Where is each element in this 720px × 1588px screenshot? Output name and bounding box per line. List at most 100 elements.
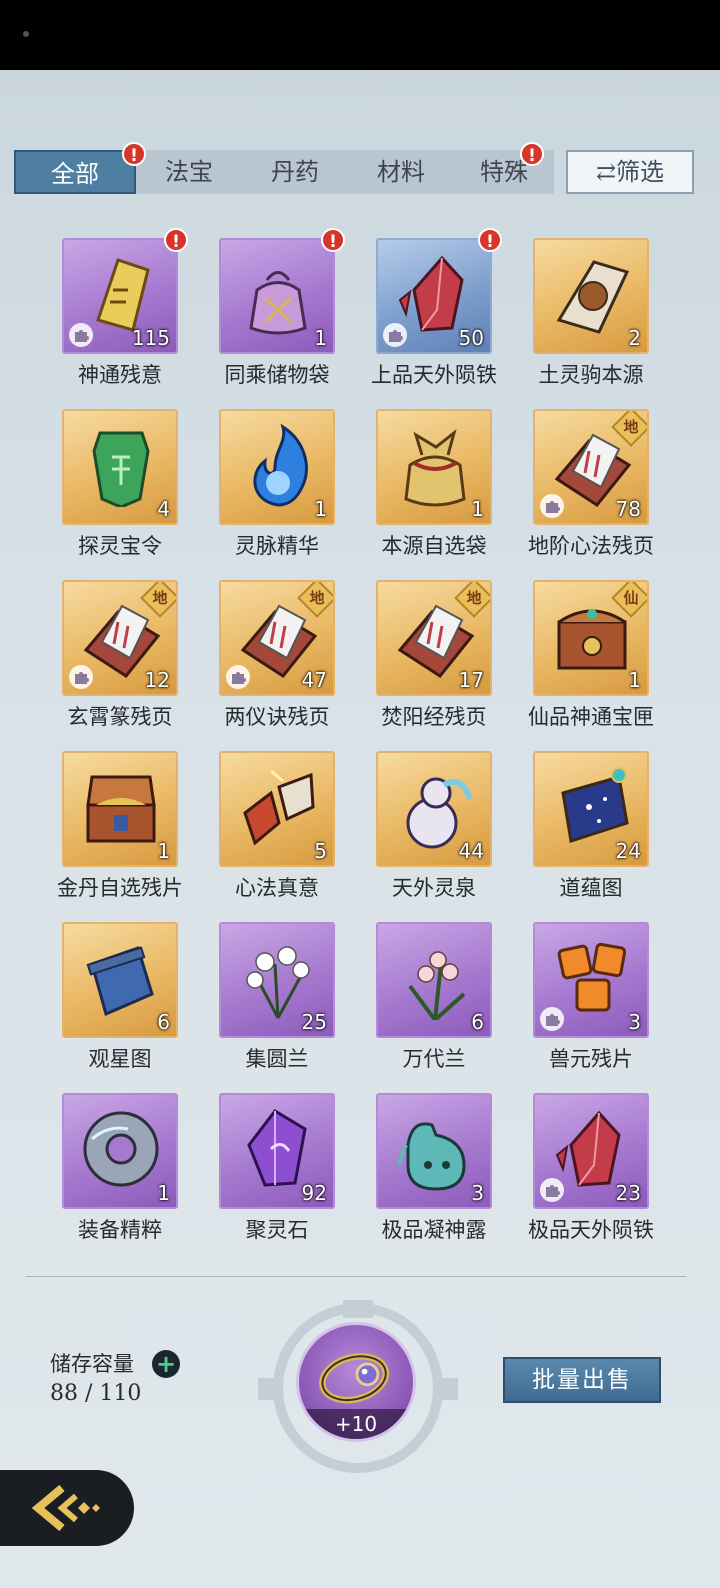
item-count: 92 <box>301 1181 327 1205</box>
item-tile[interactable]: 50 <box>376 238 492 354</box>
item-slot[interactable]: 115! 神通残意 <box>62 228 188 387</box>
item-slot[interactable]: 仙 1 仙品神通宝匣 <box>528 580 654 729</box>
tab-all-label: 全部 <box>51 160 99 188</box>
filter-button[interactable]: ⇄筛选 <box>566 150 694 194</box>
item-tile[interactable]: 3 <box>533 922 649 1038</box>
item-count: 1 <box>157 1181 170 1205</box>
item-slot[interactable]: 地 78 地阶心法残页 <box>528 409 654 558</box>
tab-all[interactable]: 全部 <box>14 150 136 194</box>
item-count: 44 <box>458 839 484 863</box>
item-count: 1 <box>314 497 327 521</box>
item-tile[interactable]: 地 47 <box>219 580 335 696</box>
gourd-icon <box>406 777 473 849</box>
item-slot[interactable]: 4 探灵宝令 <box>62 409 178 558</box>
item-tile[interactable]: 115 <box>62 238 178 354</box>
item-tile[interactable]: 4 <box>62 409 178 525</box>
item-count: 1 <box>157 839 170 863</box>
item-name: 仙品神通宝匣 <box>528 705 654 729</box>
item-tile[interactable]: 地 17 <box>376 580 492 696</box>
item-slot[interactable]: 1 本源自选袋 <box>376 409 492 558</box>
item-name: 同乘储物袋 <box>224 363 330 387</box>
broken-scroll-icon <box>243 769 315 846</box>
tab-special-alert-badge: ! <box>520 142 544 166</box>
item-tile[interactable]: 6 <box>62 922 178 1038</box>
star-map-icon <box>561 767 629 843</box>
item-slot[interactable]: 6 万代兰 <box>376 922 492 1071</box>
item-tile[interactable]: 地 12 <box>62 580 178 696</box>
item-slot[interactable]: 44 天外灵泉 <box>376 751 492 900</box>
tab-treasure[interactable]: 法宝 <box>136 150 242 194</box>
item-tile[interactable]: 44 <box>376 751 492 867</box>
item-slot[interactable]: 地 12 玄霄篆残页 <box>62 580 178 729</box>
item-slot[interactable]: 92 聚灵石 <box>219 1093 335 1242</box>
fragment-puzzle-icon <box>226 665 250 689</box>
item-name: 地阶心法残页 <box>528 534 654 558</box>
item-tile[interactable]: 1 <box>219 238 335 354</box>
item-slot[interactable]: 1! 同乘储物袋 <box>219 228 345 387</box>
item-slot[interactable]: 50! 上品天外陨铁 <box>371 228 502 387</box>
item-name: 装备精粹 <box>78 1218 162 1242</box>
item-slot[interactable]: 24 道蕴图 <box>533 751 649 900</box>
fragment-puzzle-icon <box>540 1178 564 1202</box>
item-tile[interactable]: 23 <box>533 1093 649 1209</box>
item-slot[interactable]: 25 集圆兰 <box>219 922 335 1071</box>
item-slot[interactable]: 3 极品凝神露 <box>376 1093 492 1242</box>
bulk-sell-button[interactable]: 批量出售 <box>503 1357 661 1403</box>
item-name: 两仪诀残页 <box>224 705 330 729</box>
item-slot[interactable]: 5 心法真意 <box>219 751 335 900</box>
item-tile[interactable]: 5 <box>219 751 335 867</box>
chest-open-icon <box>86 775 156 843</box>
item-count: 1 <box>628 668 641 692</box>
item-slot[interactable]: 1 装备精粹 <box>62 1093 178 1242</box>
item-count: 6 <box>157 1010 170 1034</box>
item-tile[interactable]: 24 <box>533 751 649 867</box>
item-slot[interactable]: 23 极品天外陨铁 <box>528 1093 654 1242</box>
item-count: 12 <box>144 668 170 692</box>
expand-storage-plus-icon[interactable]: + <box>152 1350 180 1378</box>
tab-special-label: 特殊 <box>480 158 528 186</box>
item-name: 本源自选袋 <box>381 534 487 558</box>
item-slot[interactable]: 1 灵脉精华 <box>219 409 335 558</box>
blue-flame-icon <box>253 423 308 507</box>
purple-gem-icon <box>247 1109 307 1187</box>
bulk-sell-label: 批量出售 <box>532 1367 632 1393</box>
item-slot[interactable]: 3 兽元残片 <box>533 922 649 1071</box>
item-tile[interactable]: 地 78 <box>533 409 649 525</box>
grade-tag-label: 地 <box>466 589 482 607</box>
item-alert-badge: ! <box>321 228 345 252</box>
item-tile[interactable]: 1 <box>62 1093 178 1209</box>
item-count: 3 <box>628 1010 641 1034</box>
item-slot[interactable]: 6 观星图 <box>62 922 178 1071</box>
tab-treasure-label: 法宝 <box>165 158 213 186</box>
item-tile[interactable]: 2 <box>533 238 649 354</box>
beast-card-icon <box>556 260 630 334</box>
item-count: 24 <box>615 839 641 863</box>
storage-ring-button[interactable]: +10 <box>296 1322 416 1442</box>
item-tile[interactable]: 25 <box>219 922 335 1038</box>
item-slot[interactable]: 地 47 两仪诀残页 <box>219 580 335 729</box>
storage-value: 88 / 110 <box>50 1381 142 1406</box>
item-tile[interactable]: 1 <box>62 751 178 867</box>
item-tile[interactable]: 1 <box>219 409 335 525</box>
item-tile[interactable]: 3 <box>376 1093 492 1209</box>
grade-tag-label: 仙 <box>623 589 639 607</box>
tab-materials[interactable]: 材料 <box>348 150 454 194</box>
item-tile[interactable]: 1 <box>376 409 492 525</box>
item-slot[interactable]: 2 土灵驹本源 <box>533 238 649 387</box>
item-tile[interactable]: 92 <box>219 1093 335 1209</box>
item-name: 极品凝神露 <box>381 1218 487 1242</box>
grade-tag-label: 地 <box>152 589 168 607</box>
item-count: 47 <box>301 668 327 692</box>
item-name: 天外灵泉 <box>392 876 476 900</box>
status-bar <box>0 0 720 70</box>
fragment-puzzle-icon <box>69 323 93 347</box>
back-button[interactable] <box>0 1470 134 1546</box>
fragment-puzzle-icon <box>540 1007 564 1031</box>
item-slot[interactable]: 地 17 焚阳经残页 <box>376 580 492 729</box>
item-count: 6 <box>471 1010 484 1034</box>
item-tile[interactable]: 仙1 <box>533 580 649 696</box>
grade-tag-label: 地 <box>623 418 639 436</box>
tab-pills[interactable]: 丹药 <box>242 150 348 194</box>
item-tile[interactable]: 6 <box>376 922 492 1038</box>
item-slot[interactable]: 1 金丹自选残片 <box>57 751 183 900</box>
